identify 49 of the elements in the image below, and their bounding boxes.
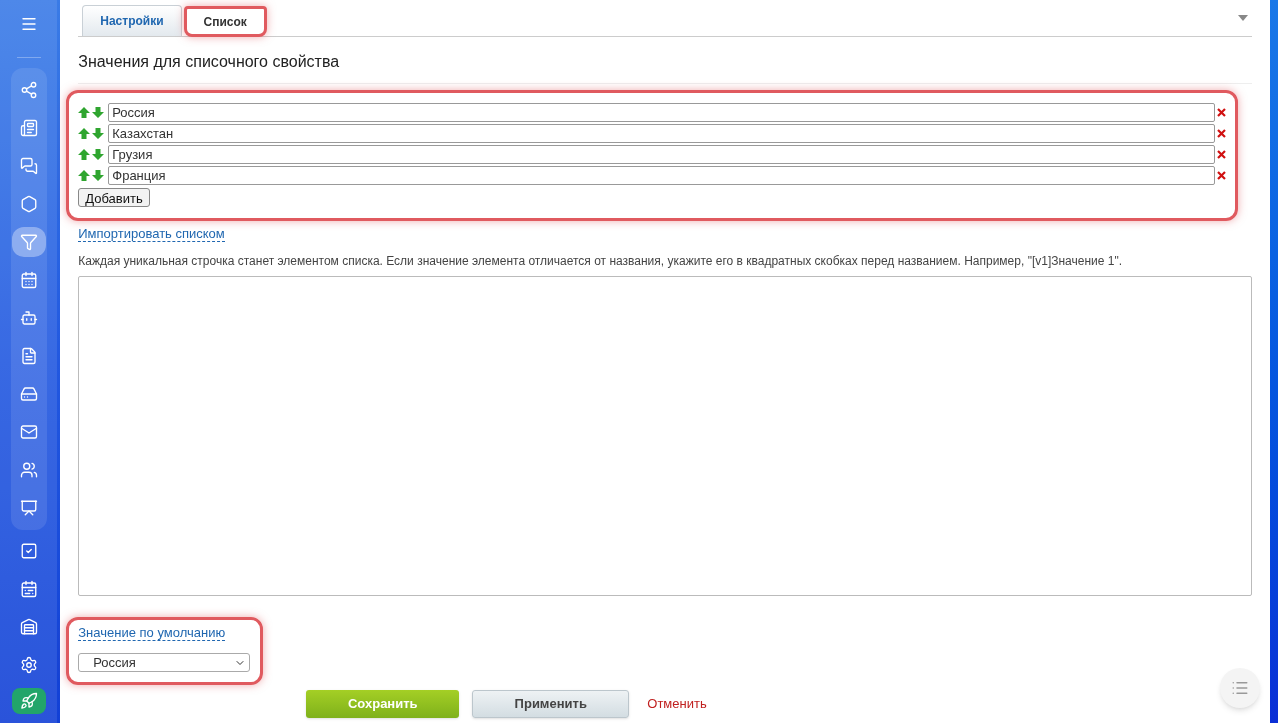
- calendar-list-icon: [19, 580, 38, 598]
- down-arrow-icon[interactable]: [92, 128, 105, 139]
- value-field[interactable]: Казахстан: [108, 124, 1216, 143]
- delete-icon[interactable]: [1217, 108, 1227, 117]
- delete-icon[interactable]: [1217, 150, 1227, 159]
- people-icon: [19, 461, 38, 479]
- up-arrow-icon[interactable]: [78, 107, 91, 118]
- value-field[interactable]: Франция: [108, 166, 1216, 185]
- dropdown-caret-icon[interactable]: [1238, 15, 1249, 21]
- down-arrow-icon[interactable]: [92, 149, 105, 160]
- checkbox-icon: [19, 542, 38, 560]
- value-field[interactable]: Грузия: [108, 145, 1216, 164]
- rocket-icon: [19, 692, 38, 710]
- default-select[interactable]: Россия: [78, 653, 251, 672]
- section-heading: Значения для списочного свойства: [78, 50, 1253, 84]
- chat-icon: [19, 157, 38, 175]
- drive-icon: [19, 385, 38, 403]
- hexagon-icon: [19, 195, 38, 213]
- cancel-link[interactable]: Отменить: [647, 694, 707, 714]
- tab[interactable]: Настройки: [82, 5, 182, 36]
- apply-button[interactable]: Применить: [472, 690, 630, 718]
- newspaper-icon: [19, 119, 38, 137]
- down-arrow-icon[interactable]: [92, 170, 105, 181]
- list-menu-button[interactable]: [1220, 668, 1261, 708]
- up-arrow-icon[interactable]: [78, 149, 91, 160]
- mail-icon: [19, 423, 38, 441]
- tab[interactable]: Список: [183, 6, 267, 37]
- default-link[interactable]: Значение по умолчанию: [78, 625, 226, 641]
- down-arrow-icon[interactable]: [92, 107, 105, 118]
- funnel-icon: [19, 233, 38, 251]
- settings-icon: [19, 656, 38, 674]
- sidebar-item[interactable]: [11, 227, 46, 257]
- document-icon: [19, 347, 38, 365]
- robot-icon: [19, 309, 38, 327]
- up-arrow-icon[interactable]: [78, 170, 91, 181]
- value-field[interactable]: Россия: [108, 103, 1216, 122]
- menu-icon: [19, 15, 38, 33]
- calendar-icon: [19, 271, 38, 289]
- import-link[interactable]: Импортировать списком: [78, 226, 225, 242]
- presentation-icon: [19, 499, 38, 517]
- import-hint: Каждая уникальная строчка станет элементом списка. Если значение элемента отличается от названия, укажите его в квадратных скобках перед названием. Например, "[v1]Значение 1".: [78, 253, 1124, 270]
- delete-icon[interactable]: [1217, 129, 1227, 138]
- delete-icon[interactable]: [1217, 171, 1227, 180]
- nodes-icon: [19, 81, 38, 99]
- list-icon: [1231, 679, 1250, 697]
- sidebar-item[interactable]: [11, 688, 46, 714]
- garage-icon: [19, 618, 38, 636]
- add-button[interactable]: Добавить: [78, 188, 150, 207]
- up-arrow-icon[interactable]: [78, 128, 91, 139]
